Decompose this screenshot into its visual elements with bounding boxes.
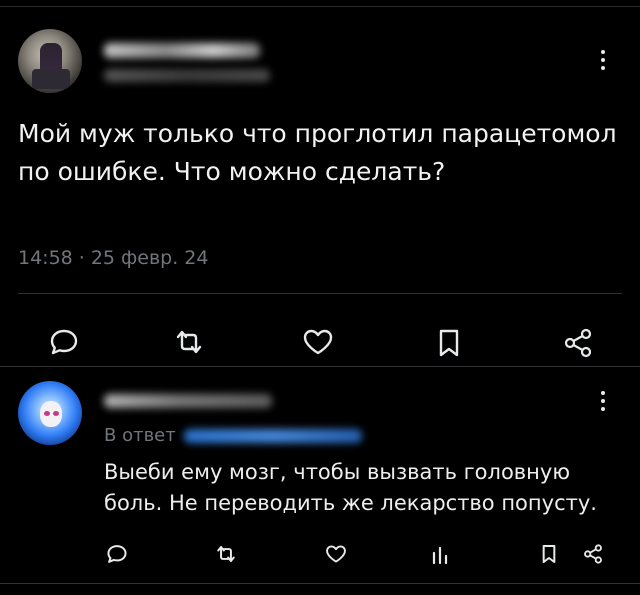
bookmark-icon[interactable] [434, 327, 464, 359]
like-icon[interactable] [322, 541, 350, 567]
replied-user-handle-redacted[interactable] [183, 428, 362, 443]
reply-author-avatar[interactable] [18, 381, 82, 445]
tweet-divider [18, 293, 622, 294]
reply-prefix: В ответ [104, 425, 176, 446]
reply-tweet: В ответ Выеби ему мозг, чтобы вызвать го… [0, 367, 640, 595]
reply-text: Выеби ему мозг, чтобы вызвать головную б… [104, 460, 597, 515]
more-options-icon[interactable] [600, 50, 606, 70]
more-options-icon[interactable] [600, 391, 606, 411]
reply-icon[interactable] [47, 327, 81, 357]
reply-context: В ответ [104, 425, 362, 446]
main-tweet: Мой муж только что проглотил парацетомол… [0, 7, 640, 365]
tweet-timestamp[interactable]: 14:58 · 25 февр. 24 [18, 247, 208, 269]
views-icon[interactable] [428, 541, 452, 567]
tweet-actions-bar [0, 317, 640, 361]
author-handle-redacted[interactable] [104, 69, 270, 82]
avatar-eye [53, 411, 59, 416]
reply-author-name-redacted[interactable] [104, 394, 272, 408]
tweet-time: 14:58 [18, 247, 73, 269]
avatar-figure-base [32, 69, 70, 89]
tweet-date: 25 февр. 24 [90, 247, 209, 269]
reply-actions-bar [0, 535, 640, 571]
share-icon[interactable] [580, 541, 606, 567]
avatar-eye [44, 411, 50, 416]
retweet-icon[interactable] [212, 541, 240, 567]
retweet-icon[interactable] [172, 327, 206, 357]
author-name-redacted[interactable] [104, 43, 260, 58]
bottom-divider [0, 583, 640, 584]
meta-separator: · [78, 247, 85, 269]
like-icon[interactable] [300, 327, 336, 357]
author-avatar[interactable] [18, 29, 82, 93]
reply-icon[interactable] [104, 541, 130, 567]
bookmark-icon[interactable] [538, 541, 560, 567]
tweet-text: Мой муж только что проглотил парацетомол… [18, 119, 617, 186]
share-icon[interactable] [560, 327, 596, 359]
